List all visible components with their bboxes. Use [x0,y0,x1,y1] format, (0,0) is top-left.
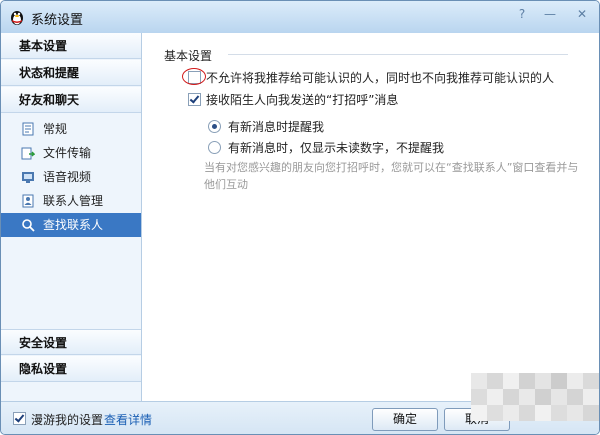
qq-penguin-icon [11,11,23,25]
title-bar[interactable]: 系统设置 ? — ✕ [1,1,599,33]
sidebar-item-find-contacts[interactable]: 查找联系人 [1,213,141,237]
sidebar-item-label: 联系人管理 [43,194,104,208]
accept-greetings-checkbox[interactable] [188,93,201,106]
sidebar-section-security[interactable]: 安全设置 [1,329,141,355]
notify-me-label: 有新消息时提醒我 [228,120,325,134]
file-transfer-icon [21,147,35,160]
video-call-icon [22,172,34,183]
greeting-hint-text: 当有对您感兴趣的朋友向您打招呼时，您就可以在“查找联系人”窗口查看并与他们互动 [204,161,579,191]
roam-settings-checkbox[interactable] [13,412,26,425]
sidebar-item-file-transfer[interactable]: 文件传输 [1,141,141,165]
sidebar-section-basic[interactable]: 基本设置 [1,33,141,59]
settings-window: 系统设置 ? — ✕ 基本设置 状态和提醒 好友和聊天 常规 文件传输 语音视频… [0,0,600,435]
sidebar-item-label: 文件传输 [43,146,92,160]
ok-button[interactable]: 确定 [372,408,438,431]
sidebar-item-contacts[interactable]: 联系人管理 [1,189,141,213]
sidebar-item-voice-video[interactable]: 语音视频 [1,165,141,189]
roam-settings-label: 漫游我的设置 [31,413,104,427]
unread-count-only-radio[interactable] [208,141,221,154]
sidebar-section-status[interactable]: 状态和提醒 [1,60,141,86]
sidebar-section-privacy[interactable]: 隐私设置 [1,356,141,382]
unread-count-only-label: 有新消息时，仅显示未读数字，不提醒我 [228,141,445,155]
contacts-icon [22,194,34,208]
sidebar-item-general[interactable]: 常规 [1,117,141,141]
settings-content: 基本设置 不允许将我推荐给可能认识的人，同时也不向我推荐可能认识的人 接收陌生人… [142,33,599,401]
section-title: 基本设置 [164,49,213,63]
sidebar: 基本设置 状态和提醒 好友和聊天 常规 文件传输 语音视频 联系人管理 查找联系… [1,33,142,401]
sidebar-item-label: 常规 [43,122,68,136]
no-recommend-label: 不允许将我推荐给可能认识的人，同时也不向我推荐可能认识的人 [206,71,555,85]
watermark-mosaic [471,373,599,421]
close-icon[interactable]: ✕ [573,6,591,22]
help-icon[interactable]: ? [513,6,531,22]
minimize-icon[interactable]: — [541,6,559,22]
settings-page-icon [22,122,34,136]
window-title: 系统设置 [31,13,84,28]
accept-greetings-label: 接收陌生人向我发送的“打招呼”消息 [206,93,399,107]
notify-me-radio[interactable] [208,120,221,133]
view-details-link[interactable]: 查看详情 [104,411,152,428]
sidebar-item-label: 查找联系人 [43,218,104,232]
sidebar-section-friends-chat[interactable]: 好友和聊天 [1,87,141,113]
sidebar-item-label: 语音视频 [43,170,92,184]
search-contact-icon [22,219,35,232]
highlight-circle [182,68,206,85]
section-divider [228,54,568,55]
